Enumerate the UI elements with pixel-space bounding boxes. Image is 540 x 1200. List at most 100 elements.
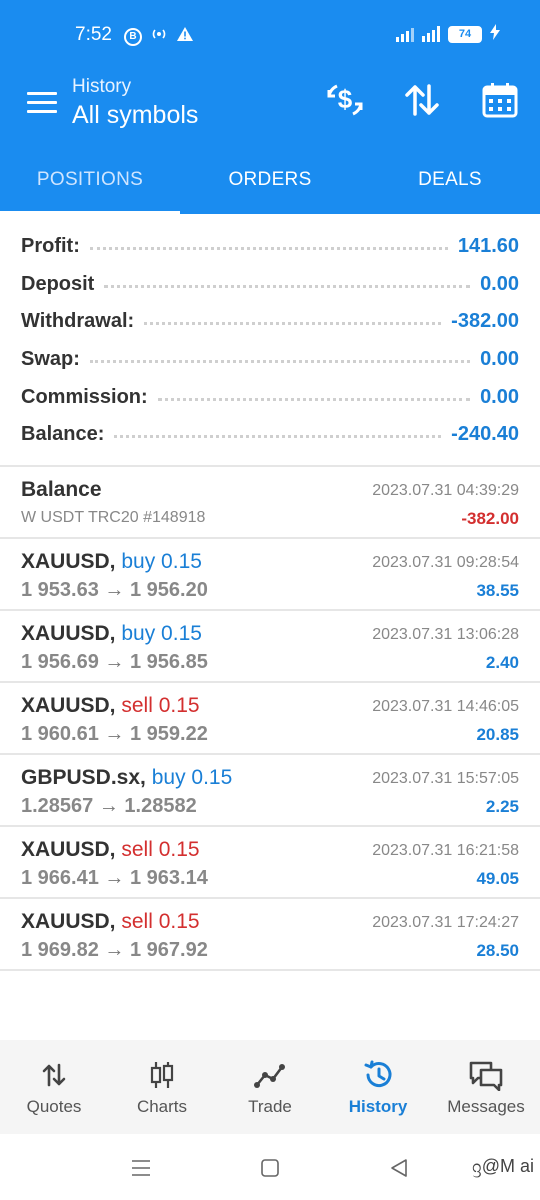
position-side: sell 0.15 (121, 694, 200, 717)
nav-label: Charts (136, 1097, 188, 1116)
app-bar: 7:52 B 74 History All symbols $ POSITION… (0, 0, 540, 214)
messages-icon (468, 1057, 504, 1093)
position-prices: 1 966.41 → 1 963.14 (21, 867, 208, 890)
close-price: 1 959.22 (129, 723, 208, 745)
history-list: Balance W USDT TRC20 #148918 2023.07.31 … (0, 467, 540, 971)
b-notification-icon: B (124, 27, 142, 46)
summary-label: Withdrawal: (21, 310, 135, 333)
position-row[interactable]: XAUUSD, sell 0.15 1 960.61 → 1 959.22 20… (0, 683, 540, 755)
summary-value: 141.60 (457, 235, 519, 258)
status-bar: 7:52 B 74 (0, 0, 540, 70)
summary-value: 0.00 (480, 272, 519, 295)
balance-entry[interactable]: Balance W USDT TRC20 #148918 2023.07.31 … (0, 467, 540, 539)
balance-title: Balance (21, 478, 102, 501)
position-symbol: XAUUSD, (21, 622, 116, 645)
nav-label: Quotes (26, 1097, 82, 1116)
watermark-text: ᦋ@M ai (472, 1156, 534, 1176)
arrow-icon: → (104, 867, 125, 889)
tab-deals[interactable]: DEALS (360, 146, 540, 214)
dotted-leader (144, 322, 442, 326)
position-side: buy 0.15 (151, 766, 233, 789)
position-datetime: 2023.07.31 16:21:58 (372, 842, 519, 859)
sort-icon[interactable] (402, 80, 442, 120)
position-header: GBPUSD.sx, buy 0.15 (21, 766, 232, 790)
position-header: XAUUSD, buy 0.15 (21, 550, 202, 574)
close-price: 1.28582 (124, 795, 197, 817)
close-price: 1 956.20 (129, 579, 208, 601)
calendar-icon[interactable] (480, 80, 520, 120)
arrow-icon: → (104, 651, 125, 673)
balance-entry-title: Balance (21, 478, 102, 502)
position-row[interactable]: GBPUSD.sx, buy 0.15 1.28567 → 1.28582 20… (0, 755, 540, 827)
nav-history[interactable]: History (324, 1040, 432, 1134)
position-side: sell 0.15 (121, 910, 200, 933)
summary-value: -240.40 (451, 423, 519, 446)
tab-orders[interactable]: ORDERS (180, 146, 360, 214)
summary-label: Commission: (21, 385, 148, 408)
hotspot-icon (150, 25, 168, 48)
dotted-leader (89, 360, 471, 364)
nav-messages[interactable]: Messages (432, 1040, 540, 1134)
summary-row-balance: Balance: -240.40 (0, 416, 540, 454)
battery-icon: 74 (448, 25, 482, 43)
position-row[interactable]: XAUUSD, buy 0.15 1 953.63 → 1 956.20 202… (0, 539, 540, 611)
tab-positions[interactable]: POSITIONS (0, 146, 180, 214)
position-symbol: XAUUSD, (21, 910, 116, 933)
position-profit: 49.05 (476, 869, 519, 888)
warning-icon (176, 26, 194, 47)
page-title[interactable]: All symbols (72, 101, 198, 130)
system-nav-bar: ᦋ@M ai (0, 1134, 540, 1200)
balance-comment: W USDT TRC20 #148918 (21, 509, 206, 526)
bottom-nav: Quotes Charts Trade History Messages (0, 1040, 540, 1134)
history-icon (362, 1057, 394, 1093)
nav-label: History (348, 1097, 408, 1116)
trade-icon (254, 1057, 286, 1093)
position-row[interactable]: XAUUSD, buy 0.15 1 956.69 → 1 956.85 202… (0, 611, 540, 683)
dotted-leader (104, 284, 471, 288)
position-symbol: XAUUSD, (21, 838, 116, 861)
position-profit: 2.40 (485, 653, 519, 672)
close-price: 1 956.85 (129, 651, 208, 673)
position-prices: 1 969.82 → 1 967.92 (21, 939, 208, 962)
position-profit: 2.25 (485, 797, 519, 816)
nav-quotes[interactable]: Quotes (0, 1040, 108, 1134)
entry-amount: -382.00 (461, 509, 519, 528)
charging-icon (490, 24, 500, 44)
back-icon[interactable] (385, 1154, 413, 1182)
dotted-leader (157, 397, 471, 401)
nav-charts[interactable]: Charts (108, 1040, 216, 1134)
entry-datetime: 2023.07.31 04:39:29 (372, 482, 519, 499)
summary-value: 0.00 (480, 348, 519, 371)
summary-label: Deposit (21, 272, 95, 295)
arrow-icon: → (104, 723, 125, 745)
summary-value: 0.00 (480, 385, 519, 408)
open-price: 1 953.63 (21, 579, 99, 601)
home-icon[interactable] (256, 1154, 284, 1182)
position-side: buy 0.15 (121, 550, 202, 573)
position-datetime: 2023.07.31 14:46:05 (372, 698, 519, 715)
position-side: buy 0.15 (121, 622, 202, 645)
close-price: 1 963.14 (129, 867, 208, 889)
position-prices: 1 960.61 → 1 959.22 (21, 723, 208, 746)
nav-label: Messages (447, 1097, 525, 1116)
dotted-leader (89, 247, 448, 251)
recent-apps-icon[interactable] (127, 1154, 155, 1182)
position-profit: 38.55 (476, 581, 519, 600)
position-row[interactable]: XAUUSD, sell 0.15 1 966.41 → 1 963.14 20… (0, 827, 540, 899)
position-prices: 1 956.69 → 1 956.85 (21, 651, 208, 674)
position-row[interactable]: XAUUSD, sell 0.15 1 969.82 → 1 967.92 20… (0, 899, 540, 971)
status-time: 7:52 (75, 24, 112, 45)
svg-text:$: $ (338, 84, 353, 114)
summary-row-swap: Swap: 0.00 (0, 341, 540, 379)
position-header: XAUUSD, sell 0.15 (21, 910, 200, 934)
open-price: 1 960.61 (21, 723, 99, 745)
arrow-icon: → (104, 579, 125, 601)
menu-icon[interactable] (27, 92, 57, 113)
position-symbol: XAUUSD, (21, 550, 116, 573)
header-subtitle: History (72, 76, 132, 97)
quotes-icon (40, 1057, 68, 1093)
currency-exchange-icon[interactable]: $ (325, 80, 365, 120)
status-notification-icons: B (124, 25, 194, 48)
position-profit: 28.50 (476, 941, 519, 960)
nav-trade[interactable]: Trade (216, 1040, 324, 1134)
